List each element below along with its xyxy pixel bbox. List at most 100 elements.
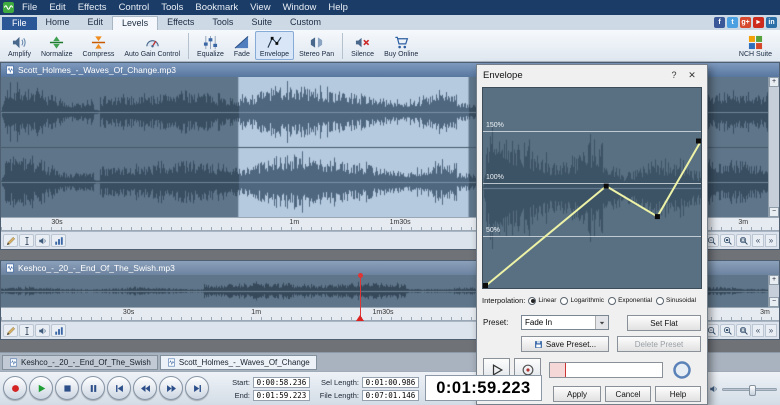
zoom-selection-icon[interactable] [720, 234, 735, 247]
amplify-button[interactable]: Amplify [3, 31, 36, 60]
toolbar-separator [342, 33, 343, 59]
delete-preset-button[interactable]: Delete Preset [617, 336, 701, 352]
ribbon-toolbar: AmplifyNormalizeCompressAuto Gain Contro… [0, 30, 780, 62]
levels-view-icon[interactable] [51, 234, 66, 247]
help-button[interactable]: Help [655, 386, 701, 402]
compress-button[interactable]: Compress [77, 31, 119, 60]
fast-forward-button[interactable] [159, 376, 183, 400]
scroll-left-button[interactable]: « [752, 234, 764, 247]
selection-tool-icon[interactable] [19, 324, 34, 337]
scroll-right-button[interactable]: » [765, 324, 777, 337]
nch-suite-label: NCH Suite [739, 51, 772, 58]
silence-button[interactable]: Silence [346, 31, 379, 60]
zoom-full-icon[interactable] [736, 234, 751, 247]
envelope-curve[interactable] [483, 88, 701, 288]
stereo-pan-button[interactable]: Stereo Pan [294, 31, 339, 60]
tab-edit[interactable]: Edit [79, 16, 113, 29]
levels-view-icon[interactable] [51, 324, 66, 337]
menu-item-bookmark[interactable]: Bookmark [189, 0, 244, 15]
menu-item-window[interactable]: Window [277, 0, 323, 15]
file-tab-keshco-20-end-of-the-swish[interactable]: Keshco_-_20_-_End_Of_The_Swish [2, 355, 158, 370]
preview-record-button[interactable] [672, 360, 692, 380]
save-preset-button[interactable]: Save Preset... [521, 336, 609, 352]
envelope-button[interactable]: Envelope [255, 31, 294, 60]
sel-length-value: 0:01:00.986 [362, 377, 419, 388]
rewind-button[interactable] [133, 376, 157, 400]
stop-icon [62, 383, 73, 394]
buy-online-button[interactable]: Buy Online [379, 31, 423, 60]
preset-dropdown[interactable]: Fade In [521, 315, 609, 330]
ribbon-tab-row: File HomeEditLevelsEffectsToolsSuiteCust… [0, 15, 780, 30]
draw-tool-icon[interactable] [3, 324, 18, 337]
dialog-titlebar[interactable]: Envelope ? ✕ [477, 65, 707, 85]
stop-button[interactable] [55, 376, 79, 400]
sel-length-label: Sel Length: [313, 378, 359, 387]
menu-item-help[interactable]: Help [322, 0, 354, 15]
twitter-icon[interactable]: t [727, 17, 738, 28]
tab-effects[interactable]: Effects [158, 16, 203, 29]
tab-tools[interactable]: Tools [203, 16, 242, 29]
nch-suite-button[interactable]: NCH Suite [734, 31, 777, 60]
end-value: 0:01:59.223 [253, 390, 310, 401]
pause-button[interactable] [81, 376, 105, 400]
menu-item-edit[interactable]: Edit [43, 0, 71, 15]
menu-item-control[interactable]: Control [113, 0, 156, 15]
record-button[interactable] [3, 376, 27, 400]
envelope-icon [267, 35, 282, 50]
nch-suite-icon [748, 35, 763, 50]
playback-cursor-handle[interactable] [358, 273, 363, 278]
facebook-icon[interactable]: f [714, 17, 725, 28]
vertical-zoom-out-button[interactable]: − [769, 207, 779, 217]
vertical-zoom-in-button[interactable]: + [769, 77, 779, 87]
cancel-button[interactable]: Cancel [605, 386, 651, 402]
draw-tool-icon[interactable] [3, 234, 18, 247]
dialog-close-button[interactable]: ✕ [683, 65, 701, 85]
normalize-button[interactable]: Normalize [36, 31, 78, 60]
tab-levels[interactable]: Levels [112, 16, 158, 30]
apply-button[interactable]: Apply [553, 386, 601, 402]
radio-logarithmic[interactable] [560, 297, 568, 305]
tab-home[interactable]: Home [37, 16, 79, 29]
zoom-full-icon[interactable] [736, 324, 751, 337]
volume-slider[interactable] [722, 388, 777, 391]
file-tab-scott-holmes-waves-of-change[interactable]: Scott_Holmes_-_Waves_Of_Change [160, 355, 317, 370]
menu-item-file[interactable]: File [16, 0, 43, 15]
volume-slider-thumb[interactable] [749, 385, 756, 396]
play-audio-icon[interactable] [35, 234, 50, 247]
play-button[interactable] [29, 376, 53, 400]
scroll-right-button[interactable]: » [765, 234, 777, 247]
envelope-graph[interactable]: 150%100%50% [482, 87, 702, 289]
selection-tool-icon[interactable] [19, 234, 34, 247]
fade-button[interactable]: Fade [229, 31, 255, 60]
tab-suite[interactable]: Suite [242, 16, 281, 29]
menu-item-tools[interactable]: Tools [155, 0, 189, 15]
end-label: End: [214, 391, 250, 400]
set-flat-button[interactable]: Set Flat [627, 315, 701, 331]
timeline-label-1m: 1m [251, 309, 261, 316]
skip-to-end-button[interactable] [185, 376, 209, 400]
dropdown-arrow-icon[interactable] [595, 316, 608, 329]
radio-exponential[interactable] [608, 297, 616, 305]
skip-to-start-button[interactable] [107, 376, 131, 400]
vertical-zoom-in-button[interactable]: + [769, 275, 779, 285]
youtube-icon[interactable]: ► [753, 17, 764, 28]
radio-linear[interactable] [528, 297, 536, 305]
linkedin-icon[interactable]: in [766, 17, 777, 28]
googleplus-icon[interactable]: g+ [740, 17, 751, 28]
tab-custom[interactable]: Custom [281, 16, 330, 29]
dialog-help-button[interactable]: ? [665, 65, 683, 85]
tab-file[interactable]: File [2, 17, 37, 30]
file-tabs: Keshco_-_20_-_End_Of_The_SwishScott_Holm… [2, 355, 317, 370]
auto-gain-control-button[interactable]: Auto Gain Control [119, 31, 185, 60]
timeline-label-1m: 1m [289, 219, 299, 226]
selection-info: Start:0:00:58.236Sel Length:0:01:00.986E… [214, 376, 419, 402]
play-audio-icon[interactable] [35, 324, 50, 337]
fade-icon [234, 35, 249, 50]
menu-item-effects[interactable]: Effects [72, 0, 113, 15]
zoom-selection-icon[interactable] [720, 324, 735, 337]
scroll-left-button[interactable]: « [752, 324, 764, 337]
vertical-zoom-out-button[interactable]: − [769, 297, 779, 307]
equalize-button[interactable]: Equalize [192, 31, 229, 60]
menu-item-view[interactable]: View [244, 0, 276, 15]
radio-sinusoidal[interactable] [656, 297, 664, 305]
